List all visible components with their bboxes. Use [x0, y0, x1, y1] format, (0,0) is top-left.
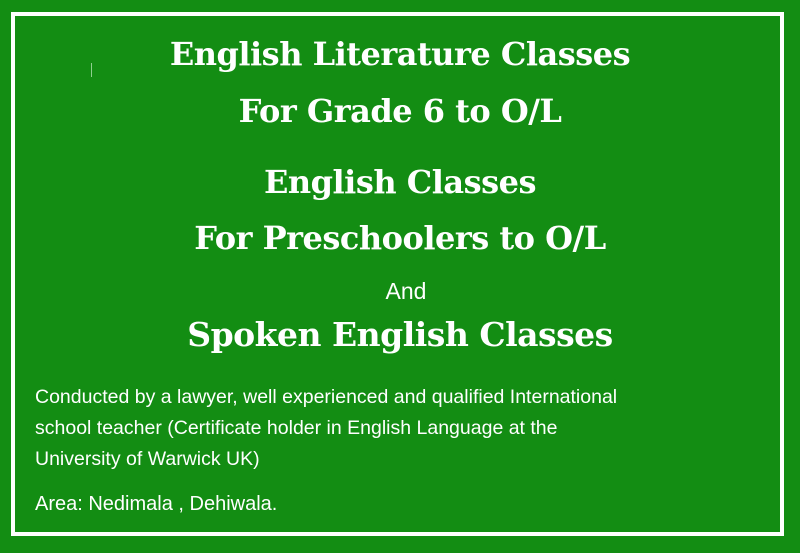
description-line-2: school teacher (Certificate holder in En…: [35, 417, 558, 439]
area-location: Area: Nedimala , Dehiwala.: [35, 493, 278, 515]
description-line-3: University of Warwick UK): [35, 448, 260, 470]
heading-english-grades: For Preschoolers to O/L: [194, 219, 606, 257]
connector-and: And: [385, 278, 427, 304]
heading-english-classes: English Classes: [263, 163, 537, 201]
advertisement-poster: English Literature Classes For Grade 6 t…: [0, 0, 800, 553]
heading-literature-grades: For Grade 6 to O/L: [238, 92, 562, 130]
teacher-description: Conducted by a lawyer, well experienced …: [35, 382, 775, 475]
heading-literature-classes: English Literature Classes: [169, 35, 631, 73]
heading-spoken-english: Spoken English Classes: [187, 315, 613, 354]
description-line-1: Conducted by a lawyer, well experienced …: [35, 386, 618, 408]
